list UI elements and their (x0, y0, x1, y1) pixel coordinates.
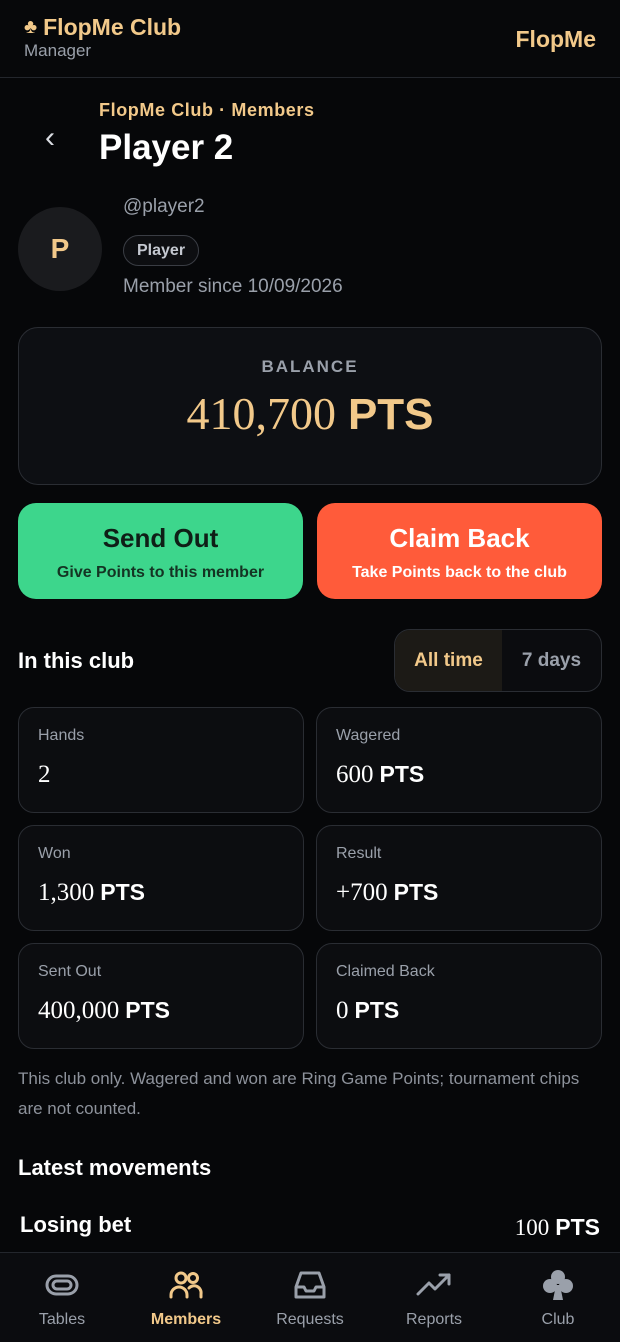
stat-hands: Hands 2 (18, 707, 304, 813)
club-name: FlopMe Club (43, 14, 182, 40)
stat-label: Result (336, 845, 382, 862)
stat-number: +700 (336, 879, 388, 906)
stats-note: This club only. Wagered and won are Ring… (18, 1069, 580, 1118)
stat-unit: PTS (354, 997, 400, 1023)
balance-value: 410,700 PTS (19, 387, 601, 440)
stat-number: 1,300 (38, 879, 95, 906)
stat-label: Hands (38, 727, 85, 744)
stat-result: Result +700 PTS (316, 825, 602, 931)
stats-section-title: In this club (18, 648, 135, 673)
tables-icon (45, 1274, 79, 1296)
nav-label: Tables (38, 1311, 86, 1328)
stat-unit: PTS (125, 997, 170, 1023)
trend-icon (416, 1273, 451, 1296)
movements-section-title: Latest movements (18, 1155, 212, 1180)
claim-back-sublabel: Take Points back to the club (352, 564, 567, 581)
stat-value: 2 (38, 761, 57, 789)
brand-logo[interactable]: FlopMe (516, 26, 597, 53)
balance-label: BALANCE (261, 357, 359, 376)
stat-label: Won (38, 845, 71, 862)
nav-label: Requests (276, 1311, 344, 1328)
members-icon (169, 1271, 203, 1299)
movement-number: 100 (514, 1215, 550, 1240)
stat-label: Sent Out (38, 963, 102, 980)
movement-unit: PTS (555, 1214, 600, 1240)
stat-value: 400,000 PTS (38, 997, 170, 1025)
send-out-button[interactable]: Send Out Give Points to this member (18, 503, 303, 599)
club-role: Manager (24, 41, 92, 60)
stat-sent-out: Sent Out 400,000 PTS (18, 943, 304, 1049)
movement-amount: 100 PTS (515, 1214, 600, 1241)
stat-number: 2 (38, 761, 51, 788)
nav-tables[interactable]: Tables (0, 1253, 124, 1342)
balance-unit: PTS (347, 390, 434, 439)
stat-number: 400,000 (38, 997, 120, 1024)
club-title[interactable]: ♣ FlopMe Club (24, 14, 181, 41)
nav-requests[interactable]: Requests (248, 1253, 372, 1342)
send-out-sublabel: Give Points to this member (56, 564, 265, 581)
range-7-days[interactable]: 7 days (502, 630, 601, 691)
balance-card: BALANCE 410,700 PTS (18, 327, 602, 485)
stat-won: Won 1,300 PTS (18, 825, 304, 931)
balance-amount: 410,700 (186, 388, 336, 439)
member-since: Member since 10/09/2026 (123, 276, 343, 297)
stat-claimed-back: Claimed Back 0 PTS (316, 943, 602, 1049)
stat-value: 600 PTS (336, 761, 424, 789)
stat-number: 600 (336, 761, 374, 788)
claim-back-label: Claim Back (389, 523, 530, 553)
bottom-nav: Tables Members Requests Reports Club (0, 1252, 620, 1342)
breadcrumb[interactable]: FlopMe Club · Members (99, 100, 315, 121)
role-badge: Player (123, 235, 200, 266)
stat-value: 0 PTS (336, 997, 399, 1025)
member-handle: @player2 (123, 196, 205, 217)
movement-kind: Losing bet (20, 1212, 132, 1237)
inbox-icon (294, 1271, 326, 1299)
stat-value: 1,300 PTS (38, 879, 145, 907)
stat-unit: PTS (100, 879, 145, 905)
club-suit-icon: ♣ (24, 16, 38, 38)
send-out-label: Send Out (102, 523, 219, 553)
stat-label: Wagered (336, 727, 401, 744)
stat-label: Claimed Back (336, 963, 435, 980)
nav-label: Members (150, 1311, 222, 1328)
claim-back-button[interactable]: Claim Back Take Points back to the club (317, 503, 602, 599)
stat-unit: PTS (379, 761, 425, 787)
stat-value: +700 PTS (336, 879, 438, 907)
nav-label: Club (541, 1311, 575, 1328)
nav-members[interactable]: Members (124, 1253, 248, 1342)
range-all-time[interactable]: All time (395, 630, 502, 691)
range-toggle: All time 7 days (394, 629, 602, 692)
stat-wagered: Wagered 600 PTS (316, 707, 602, 813)
top-bar: ♣ FlopMe Club Manager FlopMe (0, 0, 620, 78)
avatar: P (18, 207, 102, 291)
nav-label: Reports (405, 1311, 463, 1328)
list-item[interactable]: Losing bet 100 PTS (20, 1212, 600, 1252)
nav-reports[interactable]: Reports (372, 1253, 496, 1342)
stat-unit: PTS (393, 879, 439, 905)
page-title: Player 2 (99, 128, 234, 167)
club-suit-icon (543, 1270, 573, 1300)
stat-number: 0 (336, 997, 349, 1024)
back-button[interactable]: ‹ (34, 118, 66, 158)
nav-club[interactable]: Club (496, 1253, 620, 1342)
